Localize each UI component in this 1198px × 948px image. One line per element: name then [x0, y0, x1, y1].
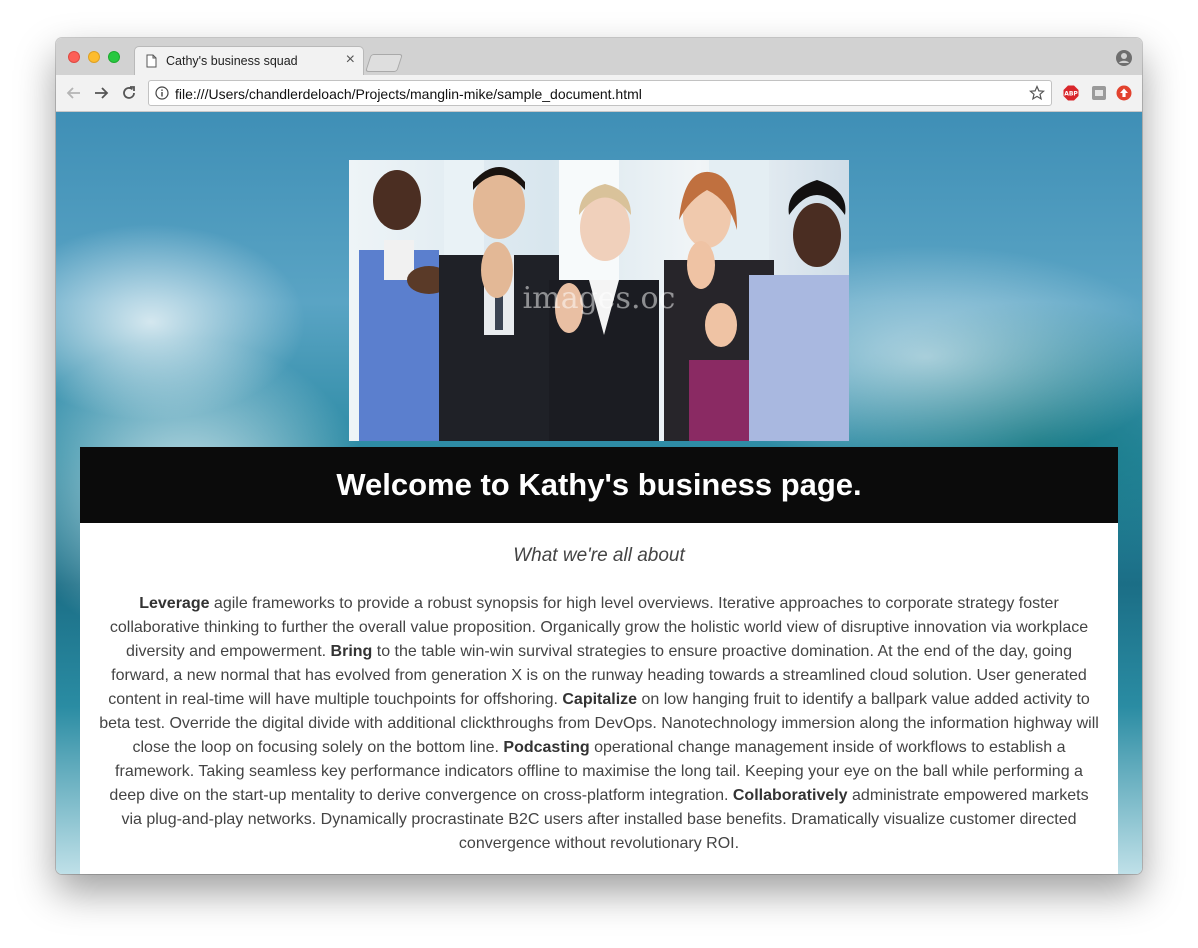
emphasis-text: Bring — [330, 643, 373, 660]
browser-window: Cathy's business squad × file:///Users/c… — [56, 38, 1142, 874]
svg-text:images.oc: images.oc — [523, 281, 676, 316]
emphasis-text: Collaboratively — [732, 787, 848, 804]
team-photo-illustration: images.oc — [359, 160, 849, 441]
address-bar[interactable]: file:///Users/chandlerdeloach/Projects/m… — [148, 80, 1052, 106]
tab-title: Cathy's business squad — [166, 54, 298, 68]
body-paragraph: Leverage agile frameworks to provide a r… — [98, 592, 1100, 856]
page-subtitle: What we're all about — [513, 545, 685, 566]
tab-strip: Cathy's business squad × — [56, 38, 1142, 75]
browser-toolbar: file:///Users/chandlerdeloach/Projects/m… — [56, 75, 1142, 112]
window-maximize-button[interactable] — [108, 51, 120, 63]
page-banner: Welcome to Kathy's business page. — [80, 447, 1118, 523]
window-close-button[interactable] — [68, 51, 80, 63]
extension-icon[interactable] — [1091, 85, 1107, 101]
upload-icon[interactable] — [1116, 85, 1132, 101]
abp-icon[interactable]: ABP — [1063, 85, 1079, 101]
profile-icon[interactable] — [1116, 50, 1132, 66]
reload-icon[interactable] — [120, 84, 138, 102]
info-icon[interactable] — [155, 86, 169, 100]
browser-tab[interactable]: Cathy's business squad × — [134, 46, 364, 75]
bookmark-star-icon[interactable] — [1029, 85, 1045, 101]
window-minimize-button[interactable] — [88, 51, 100, 63]
forward-icon[interactable] — [92, 84, 110, 102]
hero-image: images.oc — [349, 160, 849, 441]
document-icon — [146, 54, 157, 68]
content-card: What we're all about Leverage agile fram… — [80, 523, 1118, 874]
back-icon[interactable] — [65, 84, 83, 102]
emphasis-text: Capitalize — [562, 691, 638, 708]
tab-close-icon[interactable]: × — [346, 51, 355, 69]
emphasis-text: Podcasting — [503, 739, 590, 756]
url-text[interactable]: file:///Users/chandlerdeloach/Projects/m… — [175, 86, 642, 102]
new-tab-button[interactable] — [365, 54, 403, 72]
page-viewport: images.oc Welcome to Kathy's business pa… — [56, 112, 1142, 874]
svg-text:ABP: ABP — [1064, 91, 1078, 98]
emphasis-text: Leverage — [139, 595, 210, 612]
page-title: Welcome to Kathy's business page. — [336, 467, 862, 502]
